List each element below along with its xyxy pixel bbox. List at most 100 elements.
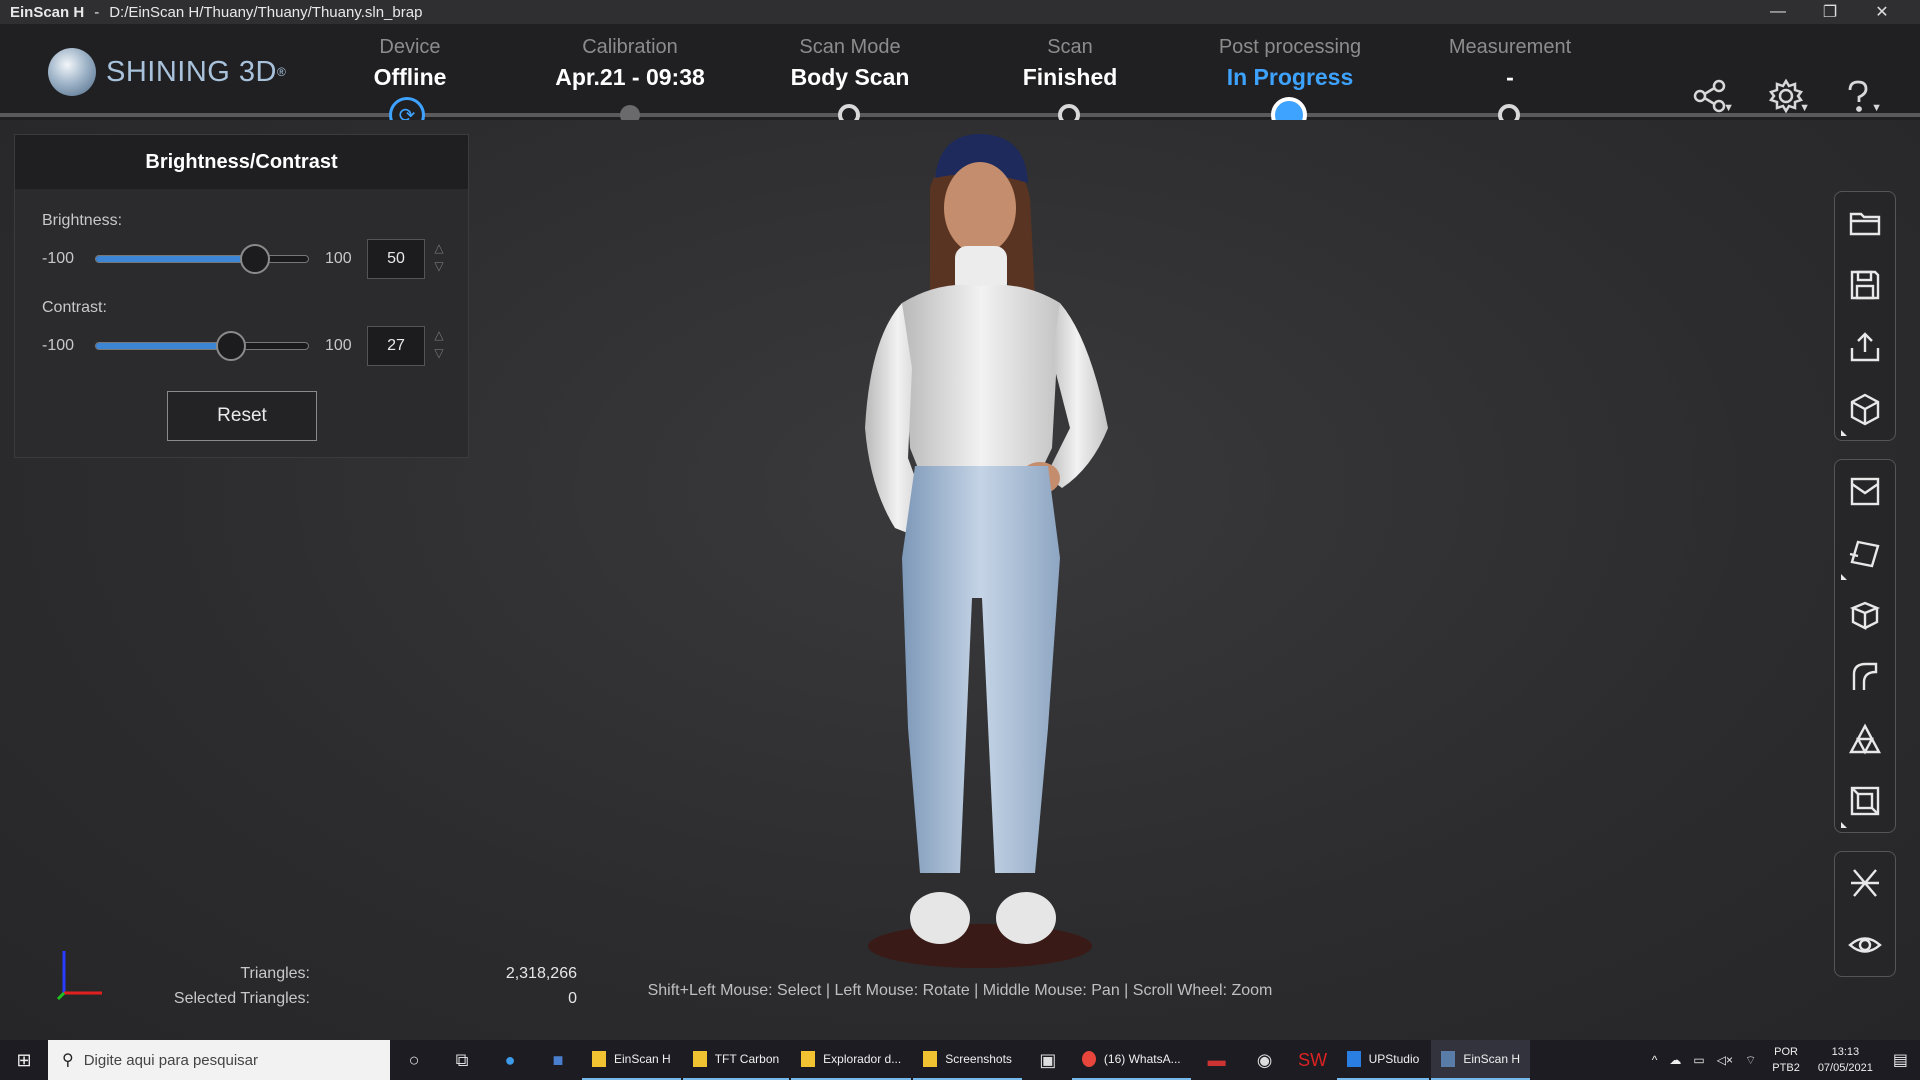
tray-expand-icon[interactable]: ^ — [1652, 1053, 1658, 1067]
title-bar: EinScan H - D:/EinScan H/Thuany/Thuany/T… — [0, 0, 1920, 24]
step-label: Device — [379, 36, 441, 58]
taskbar-app-einscan-h[interactable]: EinScan H — [1431, 1040, 1531, 1080]
folder-icon — [801, 1051, 816, 1067]
taskbar-search[interactable]: ⚲ Digite aqui para pesquisar — [48, 1040, 390, 1080]
volume-icon[interactable]: ◁× — [1717, 1053, 1733, 1067]
close-button[interactable]: ✕ — [1856, 0, 1908, 24]
cube-view-icon[interactable] — [1835, 378, 1895, 440]
step-calibration[interactable]: Calibration Apr.21 - 09:38 — [510, 36, 750, 91]
restore-button[interactable]: ❐ — [1804, 0, 1856, 24]
help-icon[interactable]: ▼ — [1834, 74, 1882, 118]
edge-icon[interactable]: ● — [486, 1040, 534, 1080]
frame-icon[interactable] — [1835, 770, 1895, 832]
contrast-min: -100 — [42, 337, 75, 354]
step-measurement[interactable]: Measurement - — [1390, 36, 1630, 91]
contrast-label: Contrast: — [42, 299, 107, 316]
box-icon[interactable] — [1835, 584, 1895, 646]
step-label: Scan Mode — [799, 36, 901, 58]
mesh-box-icon[interactable] — [1835, 460, 1895, 522]
brightness-max: 100 — [325, 250, 352, 267]
minimize-button[interactable]: — — [1752, 0, 1804, 24]
upstudio-icon — [1346, 1051, 1361, 1067]
align-icon[interactable] — [1835, 852, 1895, 914]
project-path: D:/EinScan H/Thuany/Thuany/Thuany.sln_br… — [109, 3, 423, 21]
step-value: Body Scan — [790, 64, 910, 90]
brightness-slider-thumb[interactable] — [240, 244, 270, 274]
brightness-label: Brightness: — [42, 212, 123, 229]
header-bar: SHINING 3D ® Device Offline Calibration A… — [0, 24, 1920, 120]
step-value: Offline — [373, 64, 447, 90]
folder-icon — [923, 1051, 938, 1067]
registered-mark: ® — [276, 65, 286, 79]
contrast-spinner-arrows-icon[interactable]: △ ▽ — [429, 326, 449, 366]
logo-text: SHINING 3D — [106, 55, 277, 88]
contrast-slider[interactable] — [95, 331, 309, 361]
scanned-body-model[interactable] — [790, 128, 1170, 973]
open-folder-icon[interactable] — [1835, 192, 1895, 254]
store-icon[interactable]: ▣ — [1024, 1040, 1072, 1080]
toolbar-group-file — [1834, 191, 1896, 441]
windows-start-icon[interactable]: ⊞ — [0, 1040, 48, 1080]
export-icon[interactable] — [1835, 316, 1895, 378]
folder-icon — [692, 1051, 707, 1067]
brightness-input[interactable]: 50 — [367, 239, 425, 279]
language-indicator[interactable]: POR PTB2 — [1772, 1044, 1800, 1076]
share-icon[interactable]: ▼ — [1686, 74, 1734, 118]
pinned-app-icon[interactable]: ▬ — [1193, 1040, 1241, 1080]
step-value: Apr.21 - 09:38 — [555, 64, 705, 90]
step-post-processing[interactable]: Post processing In Progress — [1170, 36, 1410, 91]
chrome-icon — [1081, 1051, 1096, 1067]
title-separator: - — [94, 3, 100, 21]
step-value: In Progress — [1226, 64, 1354, 90]
step-value: Finished — [1022, 64, 1118, 90]
triangle-mesh-icon[interactable] — [1835, 708, 1895, 770]
taskbar-app-tft-carbon[interactable]: TFT Carbon — [682, 1040, 790, 1080]
step-value: - — [1506, 64, 1514, 90]
save-icon[interactable] — [1835, 254, 1895, 316]
plane-cut-icon[interactable] — [1835, 522, 1895, 584]
clock[interactable]: 13:13 07/05/2021 — [1818, 1044, 1873, 1076]
step-label: Scan — [1047, 36, 1093, 58]
eye-icon[interactable] — [1835, 914, 1895, 976]
panel-title: Brightness/Contrast — [15, 135, 468, 189]
windows-taskbar: ⊞ ⚲ Digite aqui para pesquisar ○ ⧉ ● ■ E… — [0, 1040, 1920, 1080]
taskbar-app-explorer[interactable]: Explorador d... — [791, 1040, 912, 1080]
wifi-icon[interactable]: ⌔ — [1745, 1053, 1756, 1068]
search-icon: ⚲ — [62, 1052, 74, 1069]
brightness-slider[interactable] — [95, 244, 309, 274]
solidworks-icon[interactable]: SW — [1289, 1040, 1337, 1080]
curve-icon[interactable] — [1835, 646, 1895, 708]
app-name: EinScan H — [10, 3, 85, 21]
workflow-progress-track — [0, 113, 1920, 117]
folder-icon — [592, 1051, 606, 1067]
contrast-max: 100 — [325, 337, 352, 354]
task-view-icon[interactable]: ⧉ — [438, 1040, 486, 1080]
step-label: Post processing — [1218, 36, 1362, 58]
taskbar-app-upstudio[interactable]: UPStudio — [1336, 1040, 1430, 1080]
taskbar-app-einscan[interactable]: EinScan H — [582, 1040, 681, 1080]
reset-button[interactable]: Reset — [167, 391, 317, 441]
einscan-pinned-icon[interactable]: ◉ — [1241, 1040, 1289, 1080]
tray-app-icon[interactable]: ☁ — [1669, 1053, 1681, 1067]
gear-icon[interactable]: ▼ — [1762, 74, 1810, 118]
globe-logo-icon — [48, 48, 96, 96]
brightness-contrast-panel: Brightness/Contrast Brightness: -100 100… — [14, 134, 469, 458]
submenu-indicator-icon — [1841, 574, 1847, 580]
step-scan[interactable]: Scan Finished — [950, 36, 1190, 91]
toolbar-group-view — [1834, 851, 1896, 977]
network-icon[interactable]: ▭ — [1693, 1053, 1704, 1067]
cortana-icon[interactable]: ○ — [390, 1040, 438, 1080]
contrast-slider-thumb[interactable] — [215, 331, 246, 361]
triangles-value: 2,318,266 — [505, 965, 577, 982]
taskbar-app-screenshots[interactable]: Screenshots — [913, 1040, 1022, 1080]
step-label: Measurement — [1448, 36, 1572, 58]
system-tray: ^ ☁ ▭ ◁× ⌔ POR PTB2 13:13 07/05/2021 ▤ — [1646, 1040, 1920, 1080]
taskbar-app-whatsapp[interactable]: (16) WhatsA... — [1071, 1040, 1191, 1080]
step-device[interactable]: Device Offline — [290, 36, 530, 91]
triangles-label: Triangles: — [240, 965, 310, 982]
brightness-spinner-arrows-icon[interactable]: △ ▽ — [429, 239, 449, 279]
contrast-input[interactable]: 27 — [367, 326, 425, 366]
step-scan-mode[interactable]: Scan Mode Body Scan — [730, 36, 970, 91]
pinned-app-icon[interactable]: ■ — [534, 1040, 582, 1080]
notifications-icon[interactable]: ▤ — [1893, 1050, 1908, 1070]
